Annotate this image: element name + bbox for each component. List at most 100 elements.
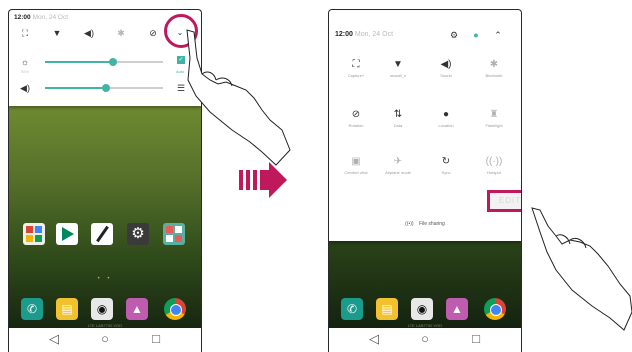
- gallery-icon: ▲: [131, 302, 143, 316]
- tile-icon: ✱: [489, 59, 499, 70]
- left-phone-screen: ⚙ • • ✆ ▤ ◉ ▲ LTE LAB7700 VOD ◁ ○ □ 12:0…: [8, 9, 202, 352]
- transition-arrow-icon: [239, 162, 287, 198]
- gallery-app[interactable]: ▲: [446, 298, 468, 320]
- back-button[interactable]: ◁: [365, 331, 383, 347]
- back-button[interactable]: ◁: [45, 331, 63, 347]
- brightness-slider[interactable]: [45, 58, 163, 66]
- tile-rotation[interactable]: ⊘ Rotation: [336, 108, 376, 142]
- tile-icon: ▼: [393, 59, 403, 70]
- auto-label: Auto: [176, 69, 185, 74]
- status-clock: 12:00 Mon, 24 Oct: [335, 31, 393, 38]
- camera-app[interactable]: ◉: [411, 298, 433, 320]
- notes-app[interactable]: [91, 223, 113, 245]
- right-phone-screen: ✆ ▤ ◉ ▲ LTE LAB7700 VOD ◁ ○ □ 12:00 Mon, …: [328, 9, 522, 352]
- clock-time: 12:00: [335, 31, 353, 38]
- tile-label: mcsoft_n: [389, 73, 407, 78]
- tile-data[interactable]: ⇅ Data: [378, 108, 418, 142]
- file-sharing-label: File sharing: [418, 221, 445, 227]
- tile-icon: ✈: [393, 156, 403, 167]
- rotation-icon[interactable]: ⊘: [147, 27, 159, 39]
- recent-apps-button[interactable]: □: [467, 331, 485, 346]
- navigation-bar: ◁ ○ □: [9, 328, 201, 352]
- tile-label: Flashlight: [485, 123, 503, 128]
- chrome-icon: [490, 304, 502, 316]
- camera-app[interactable]: ◉: [91, 298, 113, 320]
- tile-bluetooth[interactable]: ✱ Bluetooth: [474, 58, 514, 92]
- phone-icon: ✆: [26, 302, 38, 316]
- sound-icon[interactable]: ◀): [83, 27, 95, 39]
- gear-icon[interactable]: ⚙: [448, 29, 460, 41]
- messages-app[interactable]: ▤: [56, 298, 78, 320]
- tile-mcsoft-n[interactable]: ▼ mcsoft_n: [378, 58, 418, 92]
- phone-app[interactable]: ✆: [21, 298, 43, 320]
- home-button[interactable]: ○: [96, 331, 114, 346]
- brightness-icon: ☼: [20, 57, 30, 67]
- tile-icon: ↻: [441, 156, 451, 167]
- page-indicator: • •: [97, 276, 113, 282]
- tile-location[interactable]: ● Location: [426, 108, 466, 142]
- tile-label: Comfort view: [344, 170, 368, 175]
- home-button[interactable]: ○: [416, 331, 434, 346]
- gallery-app[interactable]: ▲: [126, 298, 148, 320]
- messages-app[interactable]: ▤: [376, 298, 398, 320]
- tile-label: Rotation: [348, 123, 364, 128]
- status-clock: 12:00 Mon, 24 Oct: [14, 14, 68, 21]
- chrome-app[interactable]: [164, 298, 186, 320]
- pen-icon: [96, 225, 109, 243]
- chevron-up-icon[interactable]: ⌃: [492, 29, 504, 41]
- file-sharing-icon: ((•)): [405, 221, 414, 227]
- settings-app[interactable]: ⚙: [127, 223, 149, 245]
- tile-label: Sound: [440, 73, 452, 78]
- tile-icon: ♜: [489, 109, 499, 120]
- tile-flashlight[interactable]: ♜ Flashlight: [474, 108, 514, 142]
- play-store-app[interactable]: [56, 223, 78, 245]
- camera-icon: ◉: [96, 302, 108, 316]
- tile-icon: ⛶: [352, 59, 360, 70]
- recent-apps-button[interactable]: □: [147, 331, 165, 346]
- tile-label: Airplane mode: [385, 170, 411, 175]
- file-sharing-button[interactable]: ((•)) File sharing: [329, 221, 521, 227]
- screen-capture-icon[interactable]: ⛶: [19, 27, 31, 39]
- camera-icon: ◉: [416, 302, 428, 316]
- chrome-app[interactable]: [484, 298, 506, 320]
- volume-slider[interactable]: [45, 84, 163, 92]
- play-icon: [62, 227, 74, 241]
- tile-label: Bluetooth: [485, 73, 503, 78]
- gear-icon: ⚙: [131, 225, 145, 242]
- tile-label: Hotspot: [487, 170, 501, 175]
- pointing-hand-icon: [184, 43, 202, 173]
- phone-icon: ✆: [346, 302, 358, 316]
- tools-folder-app[interactable]: [163, 223, 185, 245]
- tile-icon: ⇅: [393, 109, 403, 120]
- account-icon[interactable]: ●: [470, 29, 482, 41]
- tile-sound[interactable]: ◀) Sound: [426, 58, 466, 92]
- bluetooth-icon[interactable]: ✱: [115, 27, 127, 39]
- tile-capture[interactable]: ⛶ Capture+: [336, 58, 376, 92]
- tile-icon: ●: [442, 109, 450, 120]
- tile-airplane-mode[interactable]: ✈ Airplane mode: [378, 155, 418, 189]
- message-icon: ▤: [381, 302, 393, 316]
- edit-button[interactable]: EDIT: [487, 190, 521, 212]
- tile-label: Sync: [441, 170, 451, 175]
- clock-date: Mon, 24 Oct: [354, 31, 394, 38]
- tile-hotspot[interactable]: ((·)) Hotspot: [474, 155, 514, 189]
- tile-label: Location: [438, 123, 454, 128]
- phone-app[interactable]: ✆: [341, 298, 363, 320]
- tile-icon: ◀): [440, 59, 452, 70]
- tile-sync[interactable]: ↻ Sync: [426, 155, 466, 189]
- gallery-icon: ▲: [451, 302, 463, 316]
- message-icon: ▤: [61, 302, 73, 316]
- tile-label: Data: [393, 123, 403, 128]
- volume-icon: ◀): [20, 83, 30, 93]
- google-folder-app[interactable]: [23, 223, 45, 245]
- navigation-bar: ◁ ○ □: [329, 328, 521, 352]
- brightness-percent: 55%: [21, 69, 30, 74]
- tile-label: Capture+: [347, 73, 365, 78]
- tile-icon: ▣: [351, 156, 361, 167]
- chrome-icon: [170, 304, 182, 316]
- clock-time: 12:00: [14, 14, 31, 21]
- clock-date: Mon, 24 Oct: [32, 14, 69, 21]
- tile-icon: ((·)): [485, 156, 503, 167]
- tile-comfort-view[interactable]: ▣ Comfort view: [336, 155, 376, 189]
- wifi-icon[interactable]: ▼: [51, 27, 63, 39]
